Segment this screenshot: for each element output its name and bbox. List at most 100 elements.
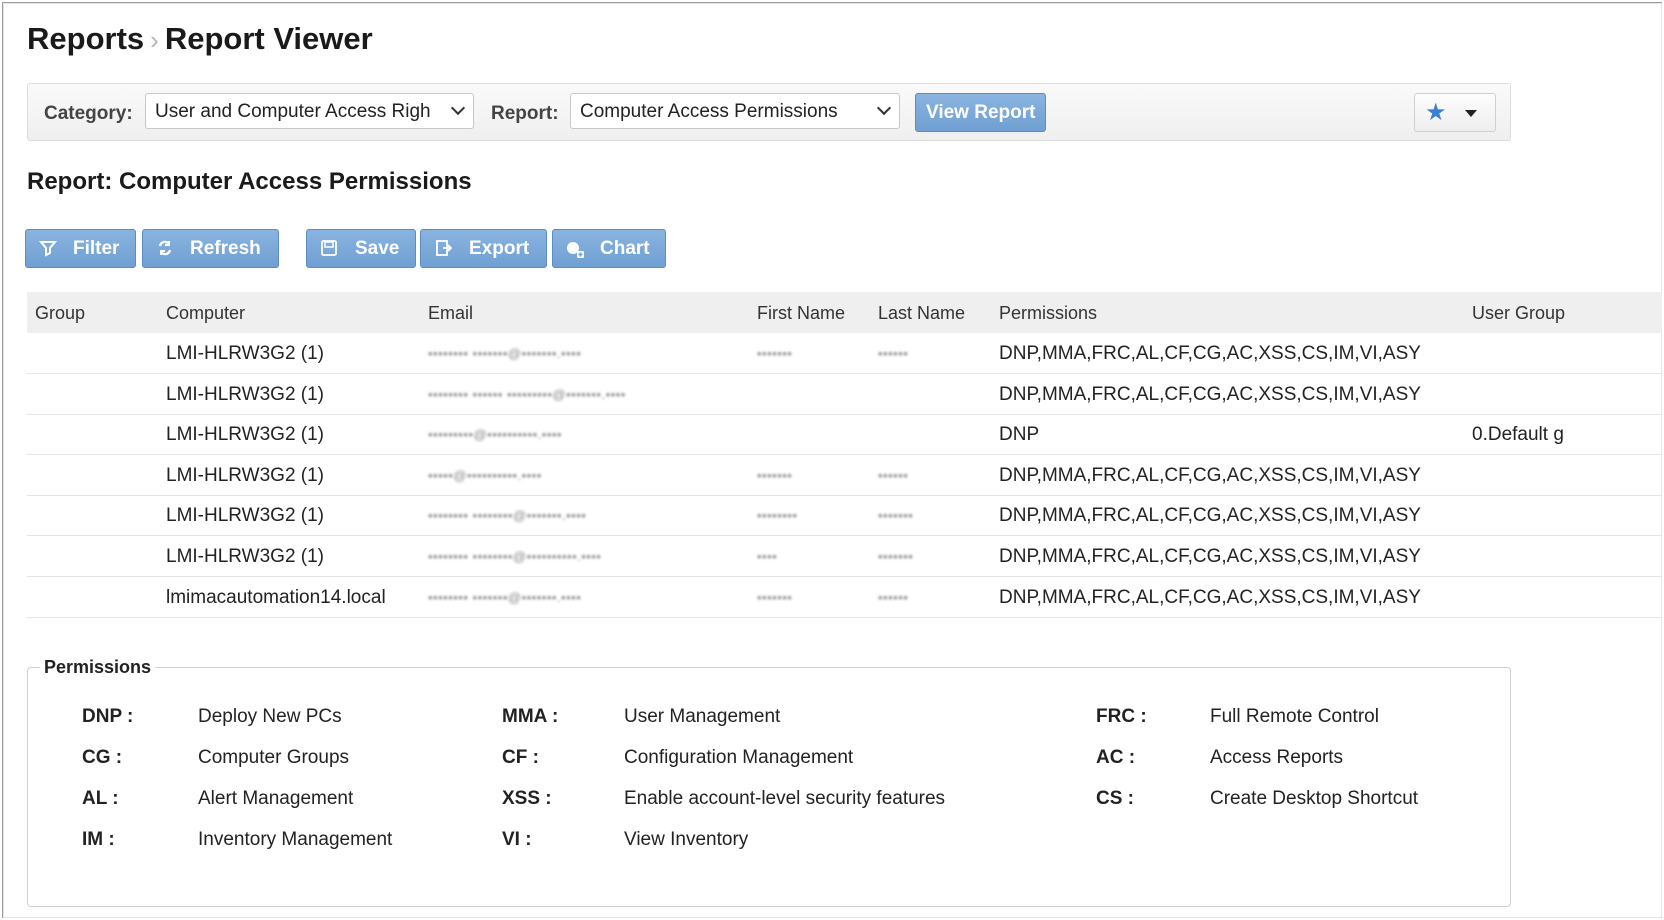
permission-code: FRC :	[1096, 706, 1147, 727]
permission-description: Full Remote Control	[1210, 706, 1379, 727]
cell-permissions: DNP,MMA,FRC,AL,CF,CG,AC,XSS,CS,IM,VI,ASY	[999, 343, 1421, 364]
permission-description: Access Reports	[1210, 747, 1344, 768]
cell-permissions: DNP,MMA,FRC,AL,CF,CG,AC,XSS,CS,IM,VI,ASY	[999, 546, 1421, 567]
filter-button[interactable]: Filter	[25, 229, 136, 268]
cell-last-name: ••••••	[878, 346, 909, 361]
table-row[interactable]: LMI-HLRW3G2 (1) •••••••• •••••••@•••••••.…	[27, 333, 1662, 374]
save-icon	[319, 239, 339, 259]
permission-code: CG :	[82, 747, 123, 768]
cell-computer: LMI-HLRW3G2 (1)	[166, 424, 325, 446]
permission-code: CF :	[502, 747, 539, 768]
table-header: Group Computer Email First Name Last Nam…	[27, 292, 1662, 333]
export-icon	[433, 239, 453, 259]
cell-email: •••••••• •••••••@•••••••.••••	[428, 589, 582, 605]
caret-down-icon	[1465, 110, 1477, 117]
table-row[interactable]: LMI-HLRW3G2 (1) •••••@••••••••••.•••• ••••…	[27, 455, 1662, 496]
column-header-computer[interactable]: Computer	[166, 303, 245, 324]
table-row[interactable]: LMI-HLRW3G2 (1) •••••••• ••••••••@•••••••…	[27, 495, 1662, 537]
page-title: Report Viewer	[164, 21, 373, 56]
table-row[interactable]: lmimacautomation14.local •••••••• •••••••…	[27, 577, 1662, 618]
permission-description: View Inventory	[624, 829, 749, 850]
cell-email: •••••••• •••••••@•••••••.••••	[428, 346, 582, 361]
permission-description: Create Desktop Shortcut	[1210, 788, 1419, 809]
cell-computer: LMI-HLRW3G2 (1)	[166, 546, 325, 567]
cell-email: •••••••• ••••••••@•••••••.••••	[428, 508, 587, 524]
cell-computer: LMI-HLRW3G2 (1)	[166, 343, 325, 364]
report-selector-toolbar: Category: User and Computer Access Righ …	[27, 83, 1511, 141]
cell-user-group: 0.Default g	[1472, 424, 1564, 446]
cell-first-name: ••••••••	[757, 508, 798, 524]
category-select[interactable]: User and Computer Access Righ	[145, 93, 474, 129]
column-header-user-group[interactable]: User Group	[1472, 303, 1565, 324]
cell-permissions: DNP	[999, 424, 1040, 446]
permission-description: Deploy New PCs	[198, 706, 342, 727]
category-label: Category:	[44, 103, 133, 124]
chart-button-label: Chart	[600, 238, 650, 259]
breadcrumb-reports-link[interactable]: Reports	[27, 21, 144, 56]
favorites-dropdown-button[interactable]: ★	[1414, 93, 1496, 132]
cell-permissions: DNP,MMA,FRC,AL,CF,CG,AC,XSS,CS,IM,VI,ASY	[999, 586, 1421, 608]
save-button[interactable]: Save	[306, 229, 416, 268]
cell-email: •••••••• •••••• •••••••••@•••••••.••••	[428, 386, 626, 402]
cell-permissions: DNP,MMA,FRC,AL,CF,CG,AC,XSS,CS,IM,VI,ASY	[999, 383, 1421, 405]
column-header-permissions[interactable]: Permissions	[999, 303, 1097, 324]
permission-code: AL :	[82, 788, 119, 809]
permission-description: Enable account-level security features	[624, 788, 946, 809]
cell-email: •••••@••••••••••.••••	[428, 467, 542, 483]
save-button-label: Save	[355, 238, 400, 259]
table-row[interactable]: LMI-HLRW3G2 (1) •••••••••@••••••••••.••••…	[27, 414, 1662, 456]
column-header-last-name[interactable]: Last Name	[878, 303, 965, 324]
permission-code: DNP :	[82, 706, 134, 727]
cell-computer: LMI-HLRW3G2 (1)	[166, 505, 325, 527]
breadcrumb: Reports › Report Viewer	[27, 21, 373, 57]
permission-code: AC :	[1096, 747, 1136, 768]
star-icon: ★	[1425, 99, 1447, 126]
permission-description: Alert Management	[198, 788, 354, 809]
chevron-down-icon	[450, 100, 466, 116]
permission-code: XSS :	[502, 788, 552, 809]
cell-computer: lmimacautomation14.local	[166, 586, 386, 608]
permission-code: VI :	[502, 829, 532, 850]
refresh-button[interactable]: Refresh	[142, 229, 279, 268]
permission-code: MMA :	[502, 706, 559, 727]
permissions-legend-panel: Permissions DNP : Deploy New PCs MMA : User…	[27, 657, 1511, 907]
column-header-email[interactable]: Email	[428, 303, 473, 324]
report-heading: Report: Computer Access Permissions	[27, 168, 472, 195]
cell-first-name: •••••••	[757, 467, 793, 483]
view-report-button[interactable]: View Report	[915, 93, 1047, 132]
report-select-value: Computer Access Permissions	[580, 101, 838, 122]
export-button-label: Export	[469, 238, 530, 259]
filter-icon	[38, 239, 58, 259]
permission-code: IM :	[82, 829, 115, 850]
report-label: Report:	[491, 103, 559, 124]
column-header-first-name[interactable]: First Name	[757, 303, 845, 324]
table-row[interactable]: LMI-HLRW3G2 (1) •••••••• ••••••••@•••••••…	[27, 536, 1662, 577]
permission-description: Computer Groups	[198, 747, 350, 768]
cell-last-name: •••••••	[878, 508, 914, 524]
cell-computer: LMI-HLRW3G2 (1)	[166, 464, 325, 486]
export-button[interactable]: Export	[420, 229, 547, 268]
refresh-icon	[155, 239, 175, 259]
permission-description: User Management	[624, 706, 781, 727]
permission-description: Configuration Management	[624, 747, 854, 768]
permission-code: CS :	[1096, 788, 1134, 809]
cell-first-name: ••••	[757, 549, 778, 564]
breadcrumb-separator: ›	[150, 25, 159, 55]
cell-last-name: ••••••	[878, 467, 909, 483]
chevron-down-icon	[876, 100, 892, 116]
chart-button[interactable]: Chart	[552, 229, 666, 268]
cell-permissions: DNP,MMA,FRC,AL,CF,CG,AC,XSS,CS,IM,VI,ASY	[999, 505, 1421, 527]
report-select[interactable]: Computer Access Permissions	[570, 93, 900, 129]
column-header-group[interactable]: Group	[35, 303, 85, 324]
cell-computer: LMI-HLRW3G2 (1)	[166, 383, 325, 405]
cell-last-name: ••••••	[878, 589, 909, 605]
cell-first-name: •••••••	[757, 346, 793, 361]
refresh-button-label: Refresh	[190, 238, 261, 259]
permissions-legend-title: Permissions	[40, 657, 156, 678]
cell-email: •••••••• ••••••••@••••••••••.••••	[428, 549, 602, 564]
filter-button-label: Filter	[73, 238, 120, 259]
cell-permissions: DNP,MMA,FRC,AL,CF,CG,AC,XSS,CS,IM,VI,ASY	[999, 464, 1421, 486]
chart-add-icon	[565, 239, 585, 259]
cell-last-name: •••••••	[878, 549, 914, 564]
table-row[interactable]: LMI-HLRW3G2 (1) •••••••• •••••• •••••••••…	[27, 374, 1662, 415]
